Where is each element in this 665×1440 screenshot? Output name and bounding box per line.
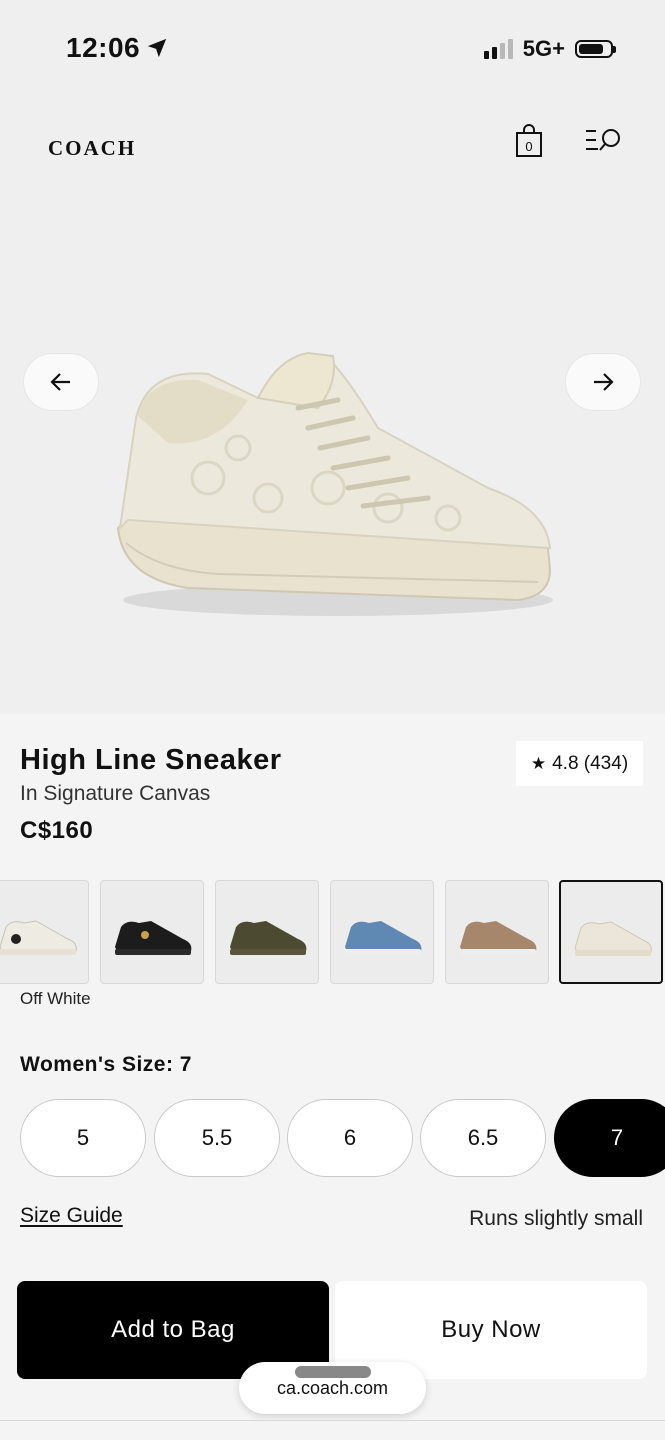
- fit-note: Runs slightly small: [469, 1207, 643, 1230]
- swatch-shoe-image: [345, 921, 422, 955]
- color-swatch[interactable]: [0, 880, 89, 984]
- battery-icon: [575, 40, 616, 58]
- swatch-shoe-image: [230, 921, 307, 955]
- next-image-button[interactable]: [566, 354, 640, 410]
- color-swatch-selected[interactable]: [559, 880, 663, 984]
- clock-text: 12:06: [66, 32, 141, 63]
- size-guide-link[interactable]: Size Guide: [20, 1204, 123, 1228]
- color-swatches: [0, 880, 665, 984]
- size-option[interactable]: 6: [287, 1099, 413, 1177]
- network-type: 5G+: [522, 36, 565, 61]
- star-icon: ★: [530, 753, 547, 773]
- color-swatch[interactable]: [445, 880, 549, 984]
- rating-text: 4.8 (434): [552, 752, 629, 774]
- rating-badge[interactable]: ★ 4.8 (434): [516, 741, 643, 786]
- status-indicators: 5G+: [483, 36, 616, 62]
- previous-image-button[interactable]: [24, 354, 98, 410]
- swatch-shoe-image: [115, 921, 192, 955]
- swatch-shoe-image: [0, 920, 77, 955]
- url-text: ca.coach.com: [276, 1377, 389, 1398]
- color-swatch[interactable]: [100, 880, 204, 984]
- location-arrow-icon: [147, 38, 167, 58]
- browser-address-bar[interactable]: ca.coach.com: [239, 1362, 426, 1414]
- product-price: C$160: [20, 817, 94, 844]
- arrow-left-icon: [50, 373, 70, 391]
- product-image-area: 12:06 5G+ COACH 0: [0, 0, 665, 714]
- size-option-selected[interactable]: 7: [554, 1099, 665, 1177]
- product-subtitle: In Signature Canvas: [20, 782, 211, 805]
- swatch-shoe-image: [460, 921, 537, 955]
- drag-handle[interactable]: [294, 1366, 371, 1378]
- selected-color-name: Off White: [20, 989, 91, 1008]
- bag-count: 0: [525, 139, 532, 154]
- bottom-divider: [0, 1420, 665, 1421]
- color-swatch[interactable]: [330, 880, 434, 984]
- swatch-shoe-image: [574, 921, 652, 956]
- color-swatch[interactable]: [215, 880, 319, 984]
- size-options: 5 5.5 6 6.5 7: [0, 1099, 665, 1179]
- product-title: High Line Sneaker: [20, 744, 282, 776]
- status-time: 12:06: [66, 32, 168, 64]
- arrow-right-icon: [594, 373, 614, 391]
- size-option[interactable]: 6.5: [420, 1099, 546, 1177]
- signal-icon: [483, 39, 513, 59]
- menu-search-icon[interactable]: [584, 126, 624, 156]
- brand-logo[interactable]: COACH: [48, 136, 136, 161]
- product-image: [116, 351, 553, 616]
- size-option[interactable]: 5: [20, 1099, 146, 1177]
- size-option[interactable]: 5.5: [154, 1099, 280, 1177]
- shopping-bag-icon[interactable]: 0: [514, 124, 544, 158]
- size-label: Women's Size: 7: [20, 1053, 192, 1076]
